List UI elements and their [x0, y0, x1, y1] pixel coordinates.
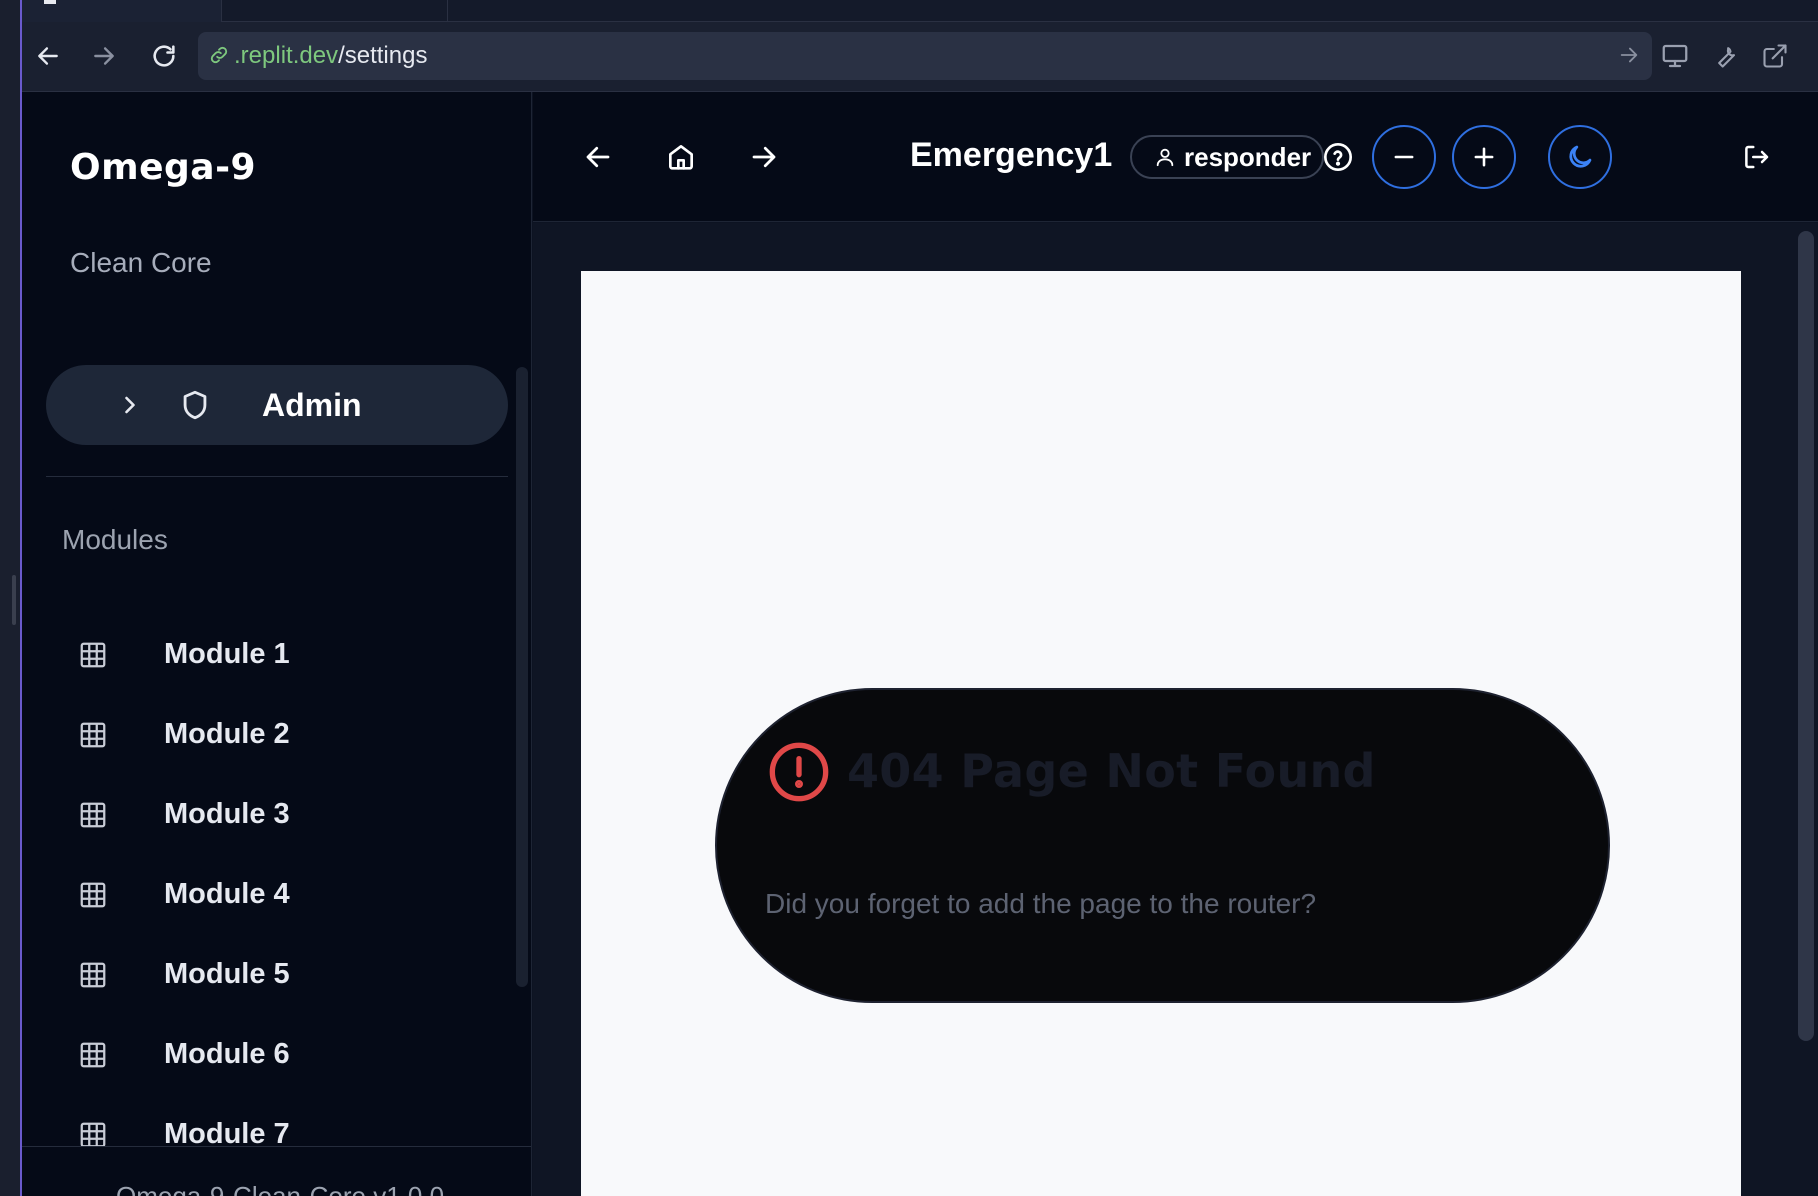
- shield-icon: [183, 390, 207, 420]
- brand-title: Omega-9: [70, 147, 257, 188]
- url-text: .replit.dev/settings: [234, 42, 427, 70]
- minus-icon: [1394, 155, 1414, 159]
- error-message: Did you forget to add the page to the ro…: [765, 888, 1317, 919]
- help-button[interactable]: [1313, 132, 1363, 182]
- plus-icon: [1474, 147, 1494, 167]
- wrench-icon: [1718, 47, 1736, 68]
- sidebar-scrollbar[interactable]: [516, 367, 528, 987]
- module-label: Module 1: [164, 638, 290, 670]
- error-title: 404 Page Not Found: [847, 744, 1376, 798]
- monitor-icon: [1662, 44, 1688, 68]
- tab-indicator: [44, 0, 56, 4]
- browser-back-button[interactable]: [28, 36, 68, 76]
- zoom-out-button[interactable]: [1372, 125, 1436, 189]
- devices-button[interactable]: [1658, 39, 1692, 73]
- arrow-right-icon: [94, 47, 114, 65]
- help-spacer: [1173, 132, 1223, 182]
- browser-reload-button[interactable]: [144, 36, 184, 76]
- grid-icon: [80, 962, 106, 988]
- arrow-left-icon: [38, 47, 58, 65]
- external-link-icon: [1763, 44, 1787, 68]
- url-path: /settings: [338, 42, 428, 69]
- open-external-button[interactable]: [1758, 39, 1792, 73]
- moon-icon: [1569, 145, 1592, 168]
- page-title: Emergency1: [910, 136, 1113, 174]
- sidebar-item-module-6[interactable]: Module 6: [46, 1024, 486, 1088]
- sidebar-item-module-5[interactable]: Module 5: [46, 944, 486, 1008]
- back-button[interactable]: [573, 132, 623, 182]
- content-scrollbar[interactable]: [1798, 231, 1814, 1041]
- sidebar: Omega-9 Clean Core Admin Modules Module …: [22, 92, 532, 1196]
- role-badge[interactable]: responder: [1130, 135, 1324, 179]
- window-edge: [0, 0, 22, 1196]
- module-label: Module 3: [164, 798, 290, 830]
- browser-tab-active[interactable]: [22, 0, 222, 22]
- url-bar[interactable]: .replit.dev/settings: [198, 32, 1652, 80]
- chevron-right-icon: [125, 396, 135, 414]
- help-circle-icon: [1324, 143, 1352, 171]
- not-found-card: 404 Page Not Found Did you forget to add…: [715, 688, 1610, 1003]
- logout-button[interactable]: [1732, 132, 1782, 182]
- browser-forward-button[interactable]: [84, 36, 124, 76]
- browser-tab-strip: [22, 0, 1818, 22]
- home-icon: [669, 145, 693, 170]
- version-text: Omega-9-Clean-Core v1.0.0: [116, 1181, 445, 1196]
- home-button[interactable]: [656, 132, 706, 182]
- sidebar-item-module-2[interactable]: Module 2: [46, 704, 486, 768]
- theme-toggle-button[interactable]: [1548, 125, 1612, 189]
- sidebar-footer: Omega-9-Clean-Core v1.0.0: [22, 1146, 531, 1196]
- module-label: Module 4: [164, 878, 290, 910]
- forward-button[interactable]: [739, 132, 789, 182]
- arrow-left-icon: [586, 146, 610, 168]
- link-icon: [210, 46, 228, 64]
- main-content: 404 Page Not Found Did you forget to add…: [533, 223, 1818, 1196]
- grid-icon: [80, 642, 106, 668]
- sidebar-item-label: Admin: [262, 387, 362, 423]
- devtools-button[interactable]: [1708, 39, 1742, 73]
- grid-icon: [80, 882, 106, 908]
- grid-icon: [80, 802, 106, 828]
- module-label: Module 2: [164, 718, 290, 750]
- logout-icon: [1745, 145, 1769, 169]
- arrow-right-icon: [752, 146, 776, 168]
- page-canvas: 404 Page Not Found Did you forget to add…: [581, 271, 1741, 1196]
- resize-grip[interactable]: [12, 575, 16, 625]
- main-header: Emergency1 responder: [533, 92, 1818, 222]
- app-window: .replit.dev/settings Omega-9 Clean Core …: [0, 0, 1818, 1196]
- module-label: Module 6: [164, 1038, 290, 1070]
- sidebar-divider: [46, 476, 508, 477]
- grid-icon: [80, 1042, 106, 1068]
- brand-subtitle: Clean Core: [70, 247, 212, 278]
- sidebar-item-admin[interactable]: Admin: [46, 365, 508, 445]
- go-arrow-icon[interactable]: [1618, 44, 1640, 66]
- reload-icon: [153, 45, 175, 67]
- sidebar-item-module-1[interactable]: Module 1: [46, 624, 486, 688]
- grid-icon: [80, 722, 106, 748]
- browser-tab[interactable]: [223, 0, 448, 22]
- modules-section-label: Modules: [62, 524, 168, 555]
- zoom-in-button[interactable]: [1452, 125, 1516, 189]
- alert-circle-icon: [769, 742, 829, 802]
- sidebar-item-module-4[interactable]: Module 4: [46, 864, 486, 928]
- sidebar-item-module-3[interactable]: Module 3: [46, 784, 486, 848]
- module-label: Module 5: [164, 958, 290, 990]
- url-domain: .replit.dev: [234, 42, 339, 69]
- browser-navbar: .replit.dev/settings: [22, 22, 1818, 92]
